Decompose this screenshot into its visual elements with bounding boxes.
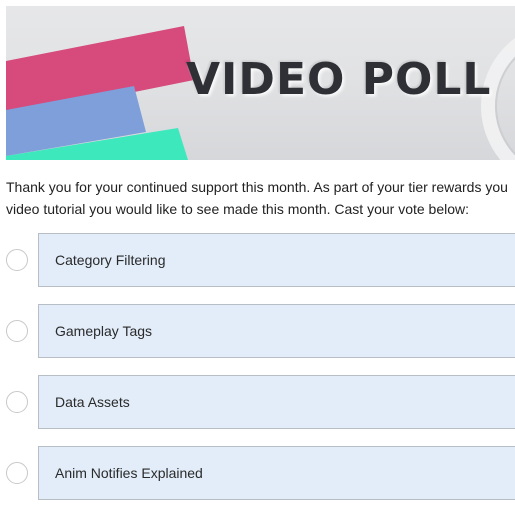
radio-button[interactable] bbox=[6, 320, 28, 342]
option-button[interactable]: Category Filtering bbox=[38, 233, 515, 287]
option-button[interactable]: Data Assets bbox=[38, 375, 515, 429]
poll-page: VIDEO POLL Thank you for your continued … bbox=[0, 0, 515, 515]
intro-line-2: video tutorial you would like to see mad… bbox=[6, 201, 470, 217]
poll-option[interactable]: Data Assets bbox=[0, 375, 515, 430]
video-poll-banner: VIDEO POLL bbox=[6, 6, 515, 160]
option-button[interactable]: Gameplay Tags bbox=[38, 304, 515, 358]
banner-title: VIDEO POLL bbox=[186, 54, 492, 105]
option-button[interactable]: Anim Notifies Explained bbox=[38, 446, 515, 500]
option-label: Gameplay Tags bbox=[55, 323, 153, 339]
option-label: Data Assets bbox=[55, 394, 130, 410]
option-label: Anim Notifies Explained bbox=[55, 465, 203, 481]
poll-option[interactable]: Anim Notifies Explained bbox=[0, 446, 515, 501]
poll-option[interactable]: Category Filtering bbox=[0, 233, 515, 288]
radio-button[interactable] bbox=[6, 462, 28, 484]
radio-button[interactable] bbox=[6, 249, 28, 271]
poll-option[interactable]: Gameplay Tags bbox=[0, 304, 515, 359]
option-label: Category Filtering bbox=[55, 252, 166, 268]
intro-text: Thank you for your continued support thi… bbox=[6, 176, 515, 220]
intro-line-1: Thank you for your continued support thi… bbox=[6, 179, 508, 195]
radio-button[interactable] bbox=[6, 391, 28, 413]
